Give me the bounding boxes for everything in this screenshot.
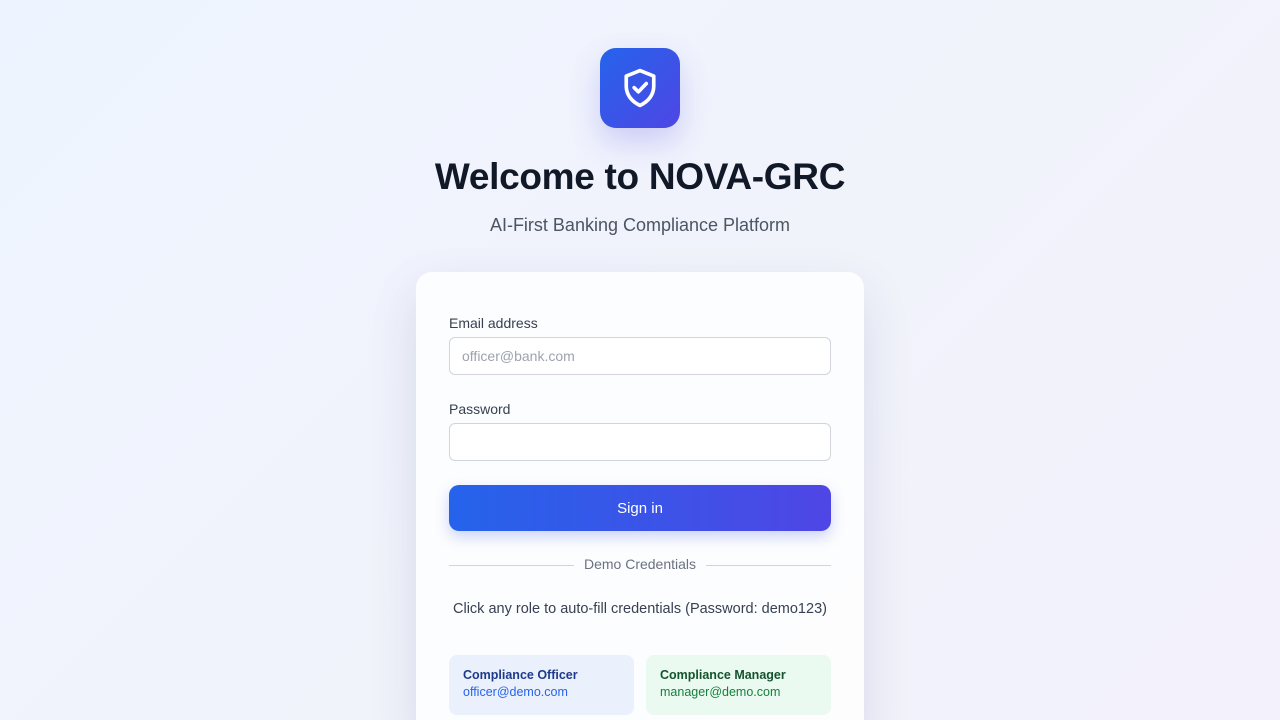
divider-label: Demo Credentials xyxy=(583,556,697,572)
role-name: Compliance Manager xyxy=(660,668,786,682)
shield-check-icon xyxy=(624,68,656,108)
role-card-compliance-officer[interactable]: Compliance Officer officer@demo.com xyxy=(449,655,634,715)
app-logo xyxy=(600,48,680,128)
demo-credentials-divider: Demo Credentials xyxy=(449,555,831,575)
password-field[interactable] xyxy=(449,423,831,461)
role-name: Compliance Officer xyxy=(463,668,578,682)
divider-line-right xyxy=(706,565,831,566)
role-email: officer@demo.com xyxy=(463,685,568,699)
demo-hint: Click any role to auto-fill credentials … xyxy=(453,601,827,617)
role-email: manager@demo.com xyxy=(660,685,781,699)
sign-in-button[interactable]: Sign in xyxy=(449,485,831,531)
password-label: Password xyxy=(449,401,511,417)
page-subtitle: AI-First Banking Compliance Platform xyxy=(489,215,791,235)
email-label: Email address xyxy=(449,315,538,331)
page-title: Welcome to NOVA-GRC xyxy=(434,156,846,197)
email-field[interactable] xyxy=(449,337,831,375)
role-card-compliance-manager[interactable]: Compliance Manager manager@demo.com xyxy=(646,655,831,715)
login-card: Email address Password Sign in Demo Cred… xyxy=(416,272,864,720)
